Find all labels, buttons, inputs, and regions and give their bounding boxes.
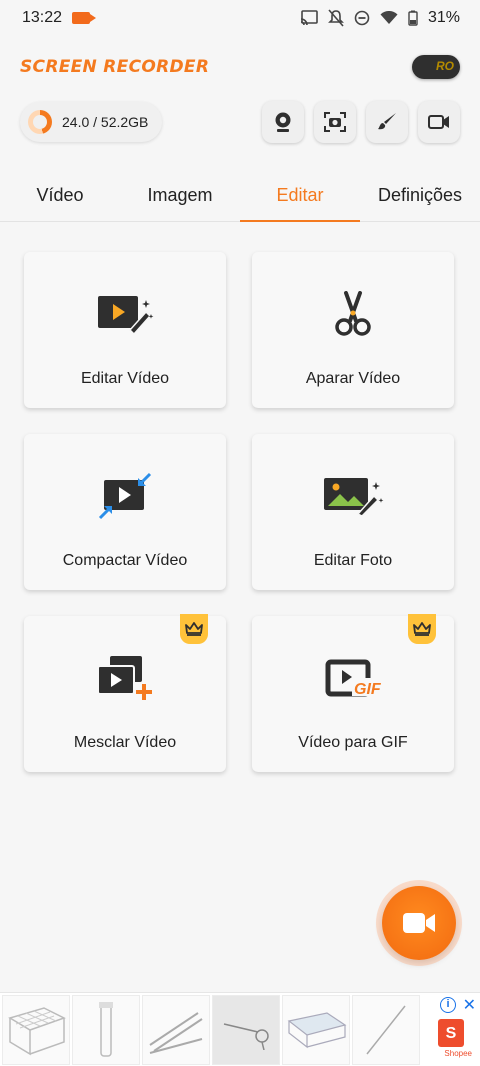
premium-crown-badge (408, 614, 436, 644)
screenshot-button[interactable] (314, 101, 356, 143)
video-to-gif-label: Vídeo para GIF (298, 734, 408, 751)
status-time: 13:22 (22, 9, 63, 26)
edit-photo-card[interactable]: Editar Foto (252, 434, 454, 590)
storage-text: 24.0 / 52.2GB (62, 114, 149, 130)
tab-video[interactable]: Vídeo (0, 168, 120, 221)
cast-icon (300, 10, 318, 26)
record-video-icon (403, 913, 435, 933)
video-to-gif-card[interactable]: GIF Vídeo para GIF (252, 614, 454, 772)
mute-icon (328, 9, 344, 27)
crown-icon (185, 622, 203, 636)
webcam-icon (275, 112, 291, 132)
dnd-icon (354, 10, 370, 26)
scissors-icon (335, 291, 371, 336)
tweezers-icon (149, 1011, 203, 1054)
tray-icon (287, 1011, 347, 1048)
ad-brand-label: Shopee (444, 1048, 472, 1058)
compress-video-card[interactable]: Compactar Vídeo (24, 434, 226, 590)
svg-text:GIF: GIF (354, 681, 382, 698)
edit-tools-grid: Editar Vídeo Aparar Vídeo Compactar Víde… (24, 252, 456, 772)
ad-product-image[interactable] (352, 994, 420, 1065)
screenshot-icon (324, 112, 346, 132)
tab-edit[interactable]: Editar (240, 168, 360, 222)
ad-product-image[interactable] (2, 994, 70, 1065)
video-camera-icon (428, 115, 449, 129)
ad-product-image[interactable] (212, 994, 280, 1065)
app-header: SCREEN RECORDER RO (0, 50, 480, 84)
brush-button[interactable] (366, 101, 408, 143)
pro-toggle-button[interactable]: RO (412, 55, 460, 79)
bottle-icon (99, 1001, 113, 1057)
status-bar: 13:22 31% (0, 0, 480, 36)
compress-video-icon (98, 472, 152, 520)
merge-video-card[interactable]: Mesclar Vídeo (24, 614, 226, 772)
tab-image[interactable]: Imagem (120, 168, 240, 221)
ad-product-image[interactable] (72, 994, 140, 1065)
storage-indicator[interactable]: 24.0 / 52.2GB (20, 102, 163, 142)
rack-icon (8, 1006, 66, 1055)
quick-actions (262, 101, 460, 143)
tool-row: 24.0 / 52.2GB (0, 100, 480, 144)
storage-ring-icon (28, 110, 52, 134)
crown-icon (413, 622, 431, 636)
ad-banner[interactable]: i ✕ S Shopee (0, 992, 480, 1066)
probe-icon (366, 1005, 406, 1054)
clamp-icon (223, 1022, 269, 1050)
ad-brand-area[interactable]: i ✕ S Shopee (430, 995, 480, 1065)
battery-icon (408, 10, 418, 26)
edit-photo-icon (324, 478, 384, 516)
edit-video-label: Editar Vídeo (80, 370, 170, 387)
wifi-icon (380, 11, 398, 24)
tab-settings[interactable]: Definições (360, 168, 480, 221)
tab-bar: Vídeo Imagem Editar Definições (0, 168, 480, 222)
edit-video-card[interactable]: Editar Vídeo (24, 252, 226, 408)
video-to-gif-icon: GIF (325, 659, 382, 698)
merge-video-icon (97, 656, 152, 700)
record-fab-button[interactable] (382, 886, 456, 960)
merge-video-label: Mesclar Vídeo (73, 734, 177, 751)
trim-video-label: Aparar Vídeo (305, 370, 401, 387)
app-logo: SCREEN RECORDER (20, 57, 210, 77)
compress-video-label: Compactar Vídeo (62, 552, 188, 569)
screen-record-icon (72, 12, 97, 24)
pro-badge-label: RO (436, 59, 454, 73)
ad-product-image[interactable] (282, 994, 350, 1065)
ad-product-image[interactable] (142, 994, 210, 1065)
premium-crown-badge (180, 614, 208, 644)
status-icons: 31% (300, 9, 460, 27)
webcam-button[interactable] (262, 101, 304, 143)
battery-percent: 31% (427, 9, 460, 26)
trim-video-card[interactable]: Aparar Vídeo (252, 252, 454, 408)
edit-photo-label: Editar Foto (313, 552, 393, 569)
brush-icon (378, 113, 396, 130)
ad-close-icon[interactable]: ✕ (463, 995, 476, 1015)
ad-info-icon[interactable]: i (440, 996, 456, 1013)
edit-video-icon (98, 296, 154, 334)
video-camera-button[interactable] (418, 101, 460, 143)
shopee-logo-icon: S (438, 1018, 464, 1047)
